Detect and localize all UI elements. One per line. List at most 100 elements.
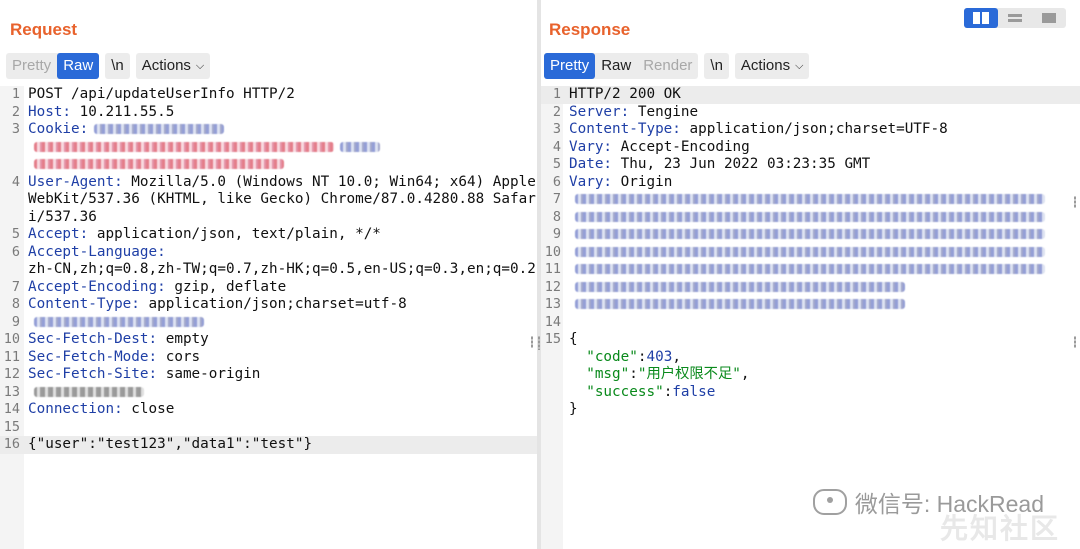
line-content: "success":false: [565, 384, 1080, 402]
code-line: "msg":"用户权限不足",: [541, 366, 1080, 384]
line-content: [565, 314, 1080, 332]
json-string: "用户权限不足": [637, 366, 741, 382]
header-name: Cookie:: [28, 121, 89, 137]
line-number: 14: [544, 313, 561, 330]
code-line: 11 Sec-Fetch-Mode: cors: [0, 349, 537, 367]
request-pretty-tab[interactable]: Pretty: [6, 53, 57, 79]
code-text: zh-CN,zh;q=0.8,zh-TW;q=0.7,zh-HK;q=0.5,e…: [28, 261, 536, 277]
divider-grip-icon[interactable]: [538, 336, 540, 350]
code-line: "success":false: [541, 384, 1080, 402]
line-content: HTTP/2 200 OK: [565, 86, 1080, 104]
code-line: 7: [541, 191, 1080, 209]
line-number: 5: [552, 156, 561, 172]
response-raw-tab[interactable]: Raw: [595, 53, 637, 79]
line-number: [541, 384, 565, 402]
code-text: 10.211.55.5: [71, 103, 175, 120]
response-scroll-grip[interactable]: [1074, 196, 1076, 208]
code-line: 3 Content-Type: application/json;charset=…: [541, 121, 1080, 139]
request-editor[interactable]: 1 POST /api/updateUserInfo HTTP/2 2 Host: 1…: [0, 86, 537, 549]
line-number: 15: [544, 331, 561, 347]
line-number: 16: [3, 436, 20, 452]
response-pretty-tab[interactable]: Pretty: [544, 53, 596, 79]
code-text: ,: [672, 348, 681, 365]
code-line: 5 Date: Thu, 23 Jun 2022 03:23:35 GMT: [541, 156, 1080, 174]
code-line: 6 Vary: Origin: [541, 174, 1080, 192]
code-line: 13: [541, 296, 1080, 314]
code-text: :: [663, 383, 673, 400]
code-line: 16 {"user":"test123","data1":"test"}: [0, 436, 537, 454]
code-line: 8 Content-Type: application/json;charset=…: [0, 296, 537, 314]
line-number: 9: [11, 313, 20, 330]
layout-side-by-side-button[interactable]: [964, 8, 998, 28]
response-scroll-grip-2[interactable]: [1074, 336, 1076, 348]
line-number: [541, 366, 565, 384]
line-content: [24, 384, 537, 402]
layout-tabs-button[interactable]: [1032, 8, 1066, 28]
request-actions-button[interactable]: Actions ⌵: [135, 53, 211, 79]
code-text: ,: [740, 366, 750, 382]
line-content: Sec-Fetch-Site: same-origin: [24, 366, 537, 384]
line-number: 11: [3, 348, 20, 365]
code-text: Origin: [612, 173, 673, 190]
code-text: application/json, text/plain, */*: [88, 226, 381, 242]
line-number: 13: [544, 296, 561, 312]
line-number: 12: [3, 366, 20, 382]
redacted-value: [575, 194, 1045, 204]
line-content: [565, 279, 1080, 297]
code-line: 5 Accept: application/json, text/plain, *…: [0, 226, 537, 244]
response-newline-toggle[interactable]: \n: [704, 53, 729, 79]
header-name: Host:: [28, 103, 72, 120]
rows-icon: [1008, 14, 1022, 22]
header-name: User-Agent:: [28, 173, 123, 190]
code-text: :: [629, 366, 638, 382]
header-name: Vary:: [569, 138, 613, 155]
line-number: 7: [552, 191, 561, 207]
code-line: 4 Vary: Accept-Encoding: [541, 139, 1080, 157]
response-lines: 1 HTTP/2 200 OK 2 Server: Tengine 3 Content-T…: [541, 86, 1080, 419]
request-toolbar: Pretty Raw \n Actions ⌵: [6, 53, 216, 79]
code-line: 9: [541, 226, 1080, 244]
code-line: 14 Connection: close: [0, 401, 537, 419]
response-render-tab[interactable]: Render: [637, 53, 698, 79]
response-editor[interactable]: 1 HTTP/2 200 OK 2 Server: Tengine 3 Content-T…: [541, 86, 1080, 549]
header-name: Accept-Encoding:: [28, 278, 166, 295]
line-content: Vary: Origin: [565, 174, 1080, 192]
chevron-down-icon: ⌵: [795, 60, 804, 72]
code-line: 14: [541, 314, 1080, 332]
code-line: 7 Accept-Encoding: gzip, deflate: [0, 279, 537, 297]
response-actions-button[interactable]: Actions ⌵: [734, 53, 810, 79]
line-number: 3: [552, 121, 561, 137]
redacted-value: [575, 299, 905, 309]
layout-stacked-button[interactable]: [998, 8, 1032, 28]
line-content: Accept: application/json, text/plain, */…: [24, 226, 537, 244]
code-text: Accept-Encoding: [612, 138, 750, 155]
code-text: Tengine: [629, 103, 699, 120]
redacted-value: [34, 159, 284, 169]
json-string: "msg": [586, 366, 630, 382]
code-line: 2 Host: 10.211.55.5: [0, 104, 537, 122]
header-name: Content-Type:: [28, 296, 140, 312]
line-number: 5: [11, 226, 20, 242]
header-name: Sec-Fetch-Dest:: [28, 331, 158, 347]
code-line: 9: [0, 314, 537, 332]
request-raw-tab[interactable]: Raw: [57, 53, 100, 79]
line-content: [565, 296, 1080, 314]
code-line: 4 User-Agent: Mozilla/5.0 (Windows NT 10.…: [0, 174, 537, 227]
code-text: gzip, deflate: [165, 278, 287, 295]
request-newline-toggle[interactable]: \n: [105, 53, 130, 79]
code-text: application/json;charset=utf-8: [139, 296, 407, 312]
code-line: 1 HTTP/2 200 OK: [541, 86, 1080, 104]
header-name: Server:: [569, 103, 630, 120]
response-title: Response: [549, 20, 631, 39]
json-literal: 403: [646, 348, 673, 365]
line-content: "msg":"用户权限不足",: [565, 366, 1080, 384]
code-text: {"user":"test123","data1":"test"}: [28, 436, 313, 452]
redacted-value: [575, 211, 1045, 222]
redacted-value: [575, 264, 1045, 274]
line-number: 8: [552, 208, 561, 225]
code-text: cors: [157, 348, 201, 365]
response-actions-label: Actions: [740, 57, 791, 74]
line-content: Sec-Fetch-Dest: empty: [24, 331, 537, 349]
request-scroll-grip[interactable]: [531, 336, 533, 348]
code-text: empty: [157, 331, 209, 347]
